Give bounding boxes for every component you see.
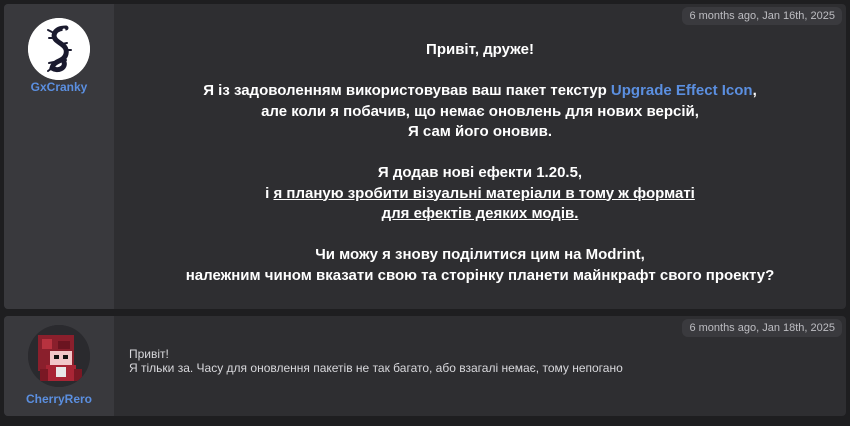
post-author-panel: CherryRero: [4, 316, 114, 416]
underlined-text: для ефектів деяких модів.: [381, 205, 579, 222]
username[interactable]: GxCranky: [4, 80, 114, 94]
username[interactable]: CherryRero: [4, 392, 114, 406]
forum-post: GxCranky 6 months ago, Jan 16th, 2025 Пр…: [4, 4, 846, 309]
post-content: Привіт, друже! Я із задоволенням викорис…: [114, 40, 846, 286]
avatar[interactable]: [28, 325, 90, 387]
pixel-character-icon: [28, 325, 90, 387]
serpent-logo-icon: [28, 18, 90, 80]
content-line: Я тільки за. Часу для оновлення пакетів …: [129, 361, 623, 375]
forum-post: CherryRero 6 months ago, Jan 18th, 2025 …: [4, 316, 846, 416]
texture-pack-link[interactable]: Upgrade Effect Icon: [611, 82, 753, 99]
content-line: Я додав нові ефекти 1.20.5,: [377, 164, 583, 181]
content-line: для ефектів деяких модів.: [114, 204, 846, 225]
greeting-line: Привіт, друже!: [426, 41, 534, 58]
content-line: і я планую зробити візуальні матеріали в…: [265, 184, 695, 202]
content-line: Привіт!: [129, 347, 169, 361]
post-date[interactable]: 6 months ago, Jan 16th, 2025: [682, 7, 842, 25]
content-line: Я сам його оновив.: [407, 123, 553, 140]
content-line: належним чином вказати свою та сторінку …: [185, 266, 775, 284]
content-line: Чи можу я знову поділитися цим на Modrin…: [315, 246, 645, 263]
post-date[interactable]: 6 months ago, Jan 18th, 2025: [682, 319, 842, 337]
content-line: Я із задоволенням використовував ваш пак…: [203, 82, 757, 99]
content-line: але коли я побачив, що немає оновлень дл…: [261, 102, 699, 120]
post-author-panel: GxCranky: [4, 4, 114, 309]
underlined-text: я планую зробити візуальні матеріали в т…: [273, 184, 695, 202]
avatar[interactable]: [28, 18, 90, 80]
post-content: Привіт! Я тільки за. Часу для оновлення …: [129, 347, 623, 375]
